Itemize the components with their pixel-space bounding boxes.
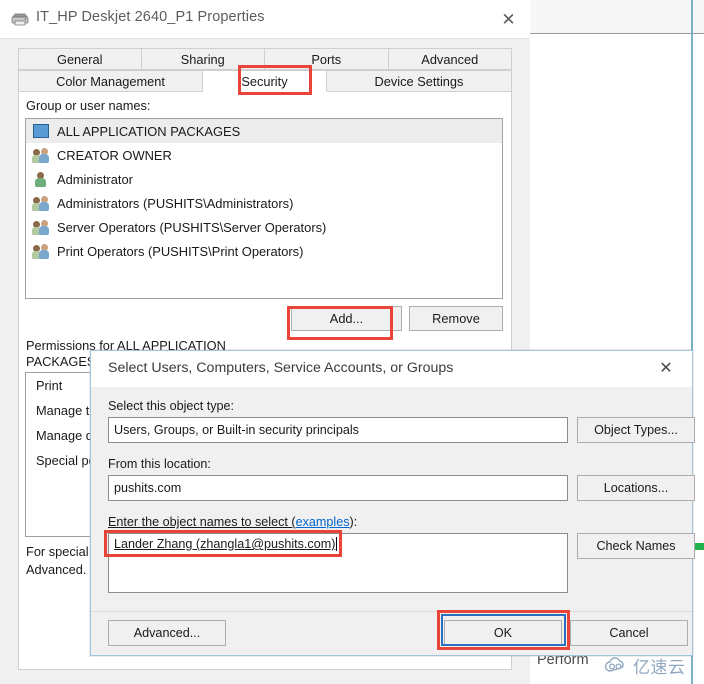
user-icon xyxy=(32,171,50,187)
object-types-button[interactable]: Object Types... xyxy=(577,417,695,443)
object-type-label: Select this object type: xyxy=(108,399,235,413)
window-titlebar: IT_HP Deskjet 2640_P1 Properties ✕ xyxy=(0,0,530,38)
advanced-hint-line2: Advanced. xyxy=(26,562,87,577)
list-item[interactable]: Server Operators (PUSHITS\Server Operato… xyxy=(26,215,502,239)
list-item[interactable]: Print Operators (PUSHITS\Print Operators… xyxy=(26,239,502,263)
printer-icon xyxy=(11,13,29,26)
group-icon xyxy=(32,219,50,235)
permission-name: Print xyxy=(36,378,63,393)
window-title: IT_HP Deskjet 2640_P1 Properties xyxy=(36,9,265,25)
tab-security[interactable]: Security xyxy=(203,70,327,92)
dialog-close-icon[interactable]: ✕ xyxy=(646,354,686,382)
dialog-footer: Advanced... OK Cancel xyxy=(91,611,692,655)
group-icon xyxy=(32,147,50,163)
watermark: 亿速云 xyxy=(603,653,686,678)
tab-ports[interactable]: Ports xyxy=(265,48,389,70)
remove-button[interactable]: Remove xyxy=(409,306,503,331)
group-user-list[interactable]: ALL APPLICATION PACKAGES CREATOR OWNER A… xyxy=(25,118,503,299)
object-names-label-suffix: ): xyxy=(349,515,358,529)
list-item[interactable]: Administrator xyxy=(26,167,502,191)
object-names-label-prefix: Enter the object names to select ( xyxy=(108,515,296,529)
list-item-label: Server Operators (PUSHITS\Server Operato… xyxy=(57,219,327,235)
tab-row-2: Color Management Security Device Setting… xyxy=(18,70,512,92)
permissions-label-line2: PACKAGES xyxy=(26,354,96,369)
list-item[interactable]: CREATOR OWNER xyxy=(26,143,502,167)
backdrop-top-strip xyxy=(530,0,704,34)
green-marker xyxy=(694,543,704,550)
tab-strip: General Sharing Ports Advanced Color Man… xyxy=(18,48,512,92)
list-item[interactable]: ALL APPLICATION PACKAGES xyxy=(26,119,502,143)
dialog-cancel-button[interactable]: Cancel xyxy=(570,620,688,646)
list-item[interactable]: Administrators (PUSHITS\Administrators) xyxy=(26,191,502,215)
list-item-label: CREATOR OWNER xyxy=(57,147,172,163)
from-location-label: From this location: xyxy=(108,457,211,471)
tab-device-settings[interactable]: Device Settings xyxy=(327,70,512,92)
dialog-titlebar: Select Users, Computers, Service Account… xyxy=(91,351,692,387)
screen-root: IT_HP Deskjet 2640_P1 Properties ✕ Gener… xyxy=(0,0,704,684)
tab-color-management[interactable]: Color Management xyxy=(18,70,203,92)
window-button-bar: OK Cancel Apply xyxy=(0,679,530,684)
tab-sharing[interactable]: Sharing xyxy=(141,48,265,70)
group-icon xyxy=(32,195,50,211)
group-or-user-names-label: Group or user names: xyxy=(26,98,151,113)
dialog-advanced-button[interactable]: Advanced... xyxy=(108,620,226,646)
locations-button[interactable]: Locations... xyxy=(577,475,695,501)
watermark-text: 亿速云 xyxy=(633,658,686,677)
add-button[interactable]: Add... xyxy=(291,306,402,331)
dialog-ok-button[interactable]: OK xyxy=(444,620,562,646)
list-item-label: Administrator xyxy=(57,171,133,187)
dialog-title: Select Users, Computers, Service Account… xyxy=(108,360,454,376)
tab-general[interactable]: General xyxy=(18,48,142,70)
location-field[interactable]: pushits.com xyxy=(108,475,568,501)
list-item-label: Administrators (PUSHITS\Administrators) xyxy=(57,195,294,211)
tab-advanced[interactable]: Advanced xyxy=(388,48,512,70)
dialog-body: Select this object type: Users, Groups, … xyxy=(91,387,695,611)
cloud-icon xyxy=(604,656,624,672)
tab-row-1: General Sharing Ports Advanced xyxy=(18,48,512,70)
group-icon xyxy=(32,243,50,259)
application-packages-icon xyxy=(32,123,50,139)
close-icon[interactable]: ✕ xyxy=(487,4,530,34)
list-item-label: ALL APPLICATION PACKAGES xyxy=(57,123,241,139)
object-names-value: Lander Zhang (zhangla1@pushits.com) xyxy=(114,537,336,551)
object-type-field[interactable]: Users, Groups, or Built-in security prin… xyxy=(108,417,568,443)
select-users-dialog: Select Users, Computers, Service Account… xyxy=(90,350,695,656)
text-caret xyxy=(336,537,338,551)
object-names-field[interactable]: Lander Zhang (zhangla1@pushits.com) xyxy=(108,533,568,593)
object-names-label: Enter the object names to select (exampl… xyxy=(108,515,357,529)
check-names-button[interactable]: Check Names xyxy=(577,533,695,559)
examples-link[interactable]: examples xyxy=(296,515,350,529)
list-item-label: Print Operators (PUSHITS\Print Operators… xyxy=(57,243,304,259)
